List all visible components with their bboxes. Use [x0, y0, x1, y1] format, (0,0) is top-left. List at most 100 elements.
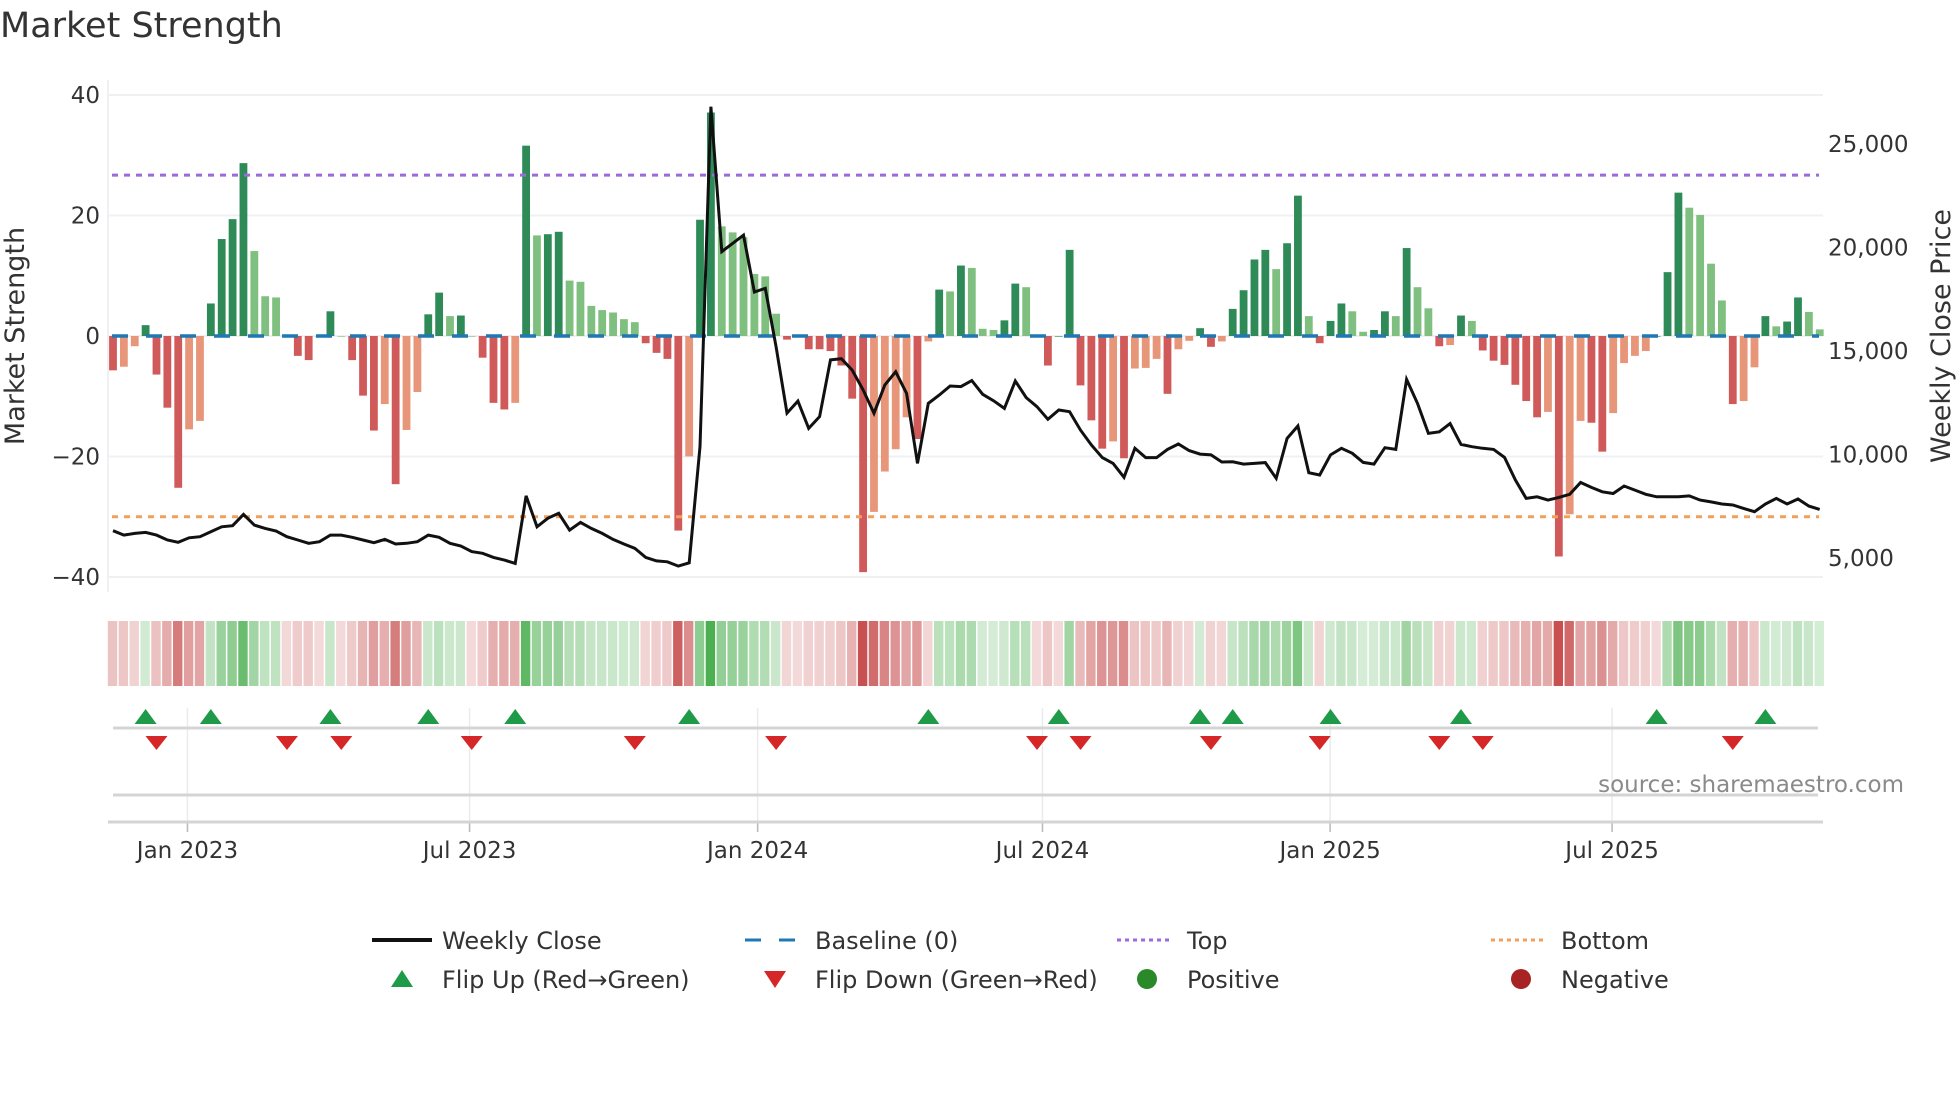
- heat-cell-negative: [1162, 621, 1172, 686]
- heat-cell-positive: [749, 621, 759, 686]
- heat-cell-negative: [1118, 621, 1129, 686]
- heat-cell-negative: [1607, 621, 1618, 686]
- legend-item: Weekly Close: [372, 927, 602, 955]
- legend-label: Weekly Close: [442, 927, 602, 955]
- heat-cell-negative: [781, 621, 792, 686]
- heat-cell-positive: [629, 621, 640, 686]
- strength-bar-negative: [1478, 336, 1487, 351]
- heat-cell-negative: [390, 621, 400, 686]
- source-label: source: sharemaestro.com: [1598, 772, 1904, 798]
- heat-cell-positive: [1064, 621, 1074, 686]
- heat-cell-negative: [1586, 621, 1596, 686]
- heat-cell-negative: [1542, 621, 1553, 686]
- strength-bar-negative: [413, 336, 422, 393]
- strength-bar-negative: [1511, 336, 1520, 385]
- strength-bar-negative: [1087, 336, 1096, 421]
- heat-cell-negative: [857, 621, 868, 686]
- heat-cell-positive: [1379, 621, 1390, 686]
- heat-cell-negative: [1521, 621, 1531, 686]
- heat-cell-negative: [912, 621, 922, 686]
- flip-down-marker: [1069, 736, 1092, 750]
- heat-cell-negative: [346, 621, 357, 686]
- x-tick-label: Jul 2025: [1563, 838, 1659, 864]
- strength-bar-positive: [1272, 269, 1281, 336]
- heat-cell-negative: [118, 621, 129, 686]
- flip-down-marker: [1428, 736, 1451, 750]
- heat-cell-negative: [1086, 621, 1096, 686]
- heat-cell-positive: [988, 621, 998, 686]
- strength-bar-negative: [402, 336, 411, 430]
- strength-bar-negative: [1174, 336, 1183, 350]
- strength-bar-positive: [728, 232, 737, 336]
- strength-bar-positive: [1348, 311, 1357, 336]
- heat-cell-negative: [792, 621, 803, 686]
- y2-tick-label: 20,000: [1828, 235, 1908, 261]
- strength-bar-positive: [1000, 320, 1009, 336]
- strength-bar-negative: [1598, 336, 1607, 452]
- heat-cell-positive: [455, 621, 466, 686]
- heat-cell-negative: [1640, 621, 1651, 686]
- heat-cell-positive: [1423, 621, 1433, 686]
- legend-label: Bottom: [1561, 927, 1649, 955]
- heat-cell-negative: [868, 621, 879, 686]
- heat-cell-negative: [281, 621, 292, 686]
- strength-bar-negative: [1163, 336, 1172, 394]
- heat-cell-negative: [1510, 621, 1520, 686]
- strength-bar-negative: [913, 336, 922, 440]
- flip-up-marker: [678, 709, 701, 724]
- y2-tick-label: 10,000: [1828, 443, 1908, 469]
- strength-bar-negative: [641, 336, 650, 344]
- strength-bar-positive: [337, 336, 346, 337]
- heat-cell-positive: [760, 621, 770, 686]
- strength-bar-negative: [674, 336, 683, 531]
- y-tick-label: −20: [51, 444, 100, 470]
- flip-down-marker: [145, 736, 168, 750]
- heat-cell-positive: [1716, 621, 1727, 686]
- strength-bar-negative: [1489, 336, 1498, 361]
- heat-cell-positive: [933, 621, 944, 686]
- heat-cell-positive: [1270, 621, 1281, 686]
- strength-bar-positive: [272, 297, 280, 336]
- strength-bar-negative: [1533, 336, 1541, 418]
- heat-cell-positive: [433, 621, 444, 686]
- strength-bar-positive: [565, 280, 574, 336]
- heat-cell-positive: [423, 621, 433, 686]
- legend-circle-icon: [1511, 969, 1531, 989]
- strength-bar-positive: [1011, 283, 1020, 336]
- heat-cell-positive: [520, 621, 531, 686]
- strength-bar-negative: [1554, 336, 1563, 557]
- heat-cell-positive: [1249, 621, 1259, 686]
- heat-cell-negative: [879, 621, 890, 686]
- flip-down-marker: [460, 736, 483, 750]
- heat-cell-positive: [140, 621, 150, 686]
- heat-cell-positive: [1705, 621, 1716, 686]
- strength-bar-negative: [1620, 336, 1628, 364]
- heat-cell-positive: [205, 621, 216, 686]
- strength-bar-negative: [1120, 336, 1128, 459]
- strength-bar-positive: [1794, 297, 1802, 336]
- heat-cell-negative: [183, 621, 194, 686]
- heat-cell-negative: [292, 621, 303, 686]
- heat-cell-positive: [227, 621, 237, 686]
- strength-bar-negative: [152, 336, 161, 375]
- flip-down-marker: [623, 736, 646, 750]
- strength-bar-positive: [326, 311, 335, 336]
- heat-cell-positive: [586, 621, 596, 686]
- strength-bar-positive: [543, 234, 552, 336]
- strength-bar-positive: [1457, 315, 1465, 336]
- strength-bar-positive: [1674, 192, 1683, 336]
- legend-triangle-up-icon: [391, 970, 413, 987]
- strength-bar-negative: [185, 336, 193, 430]
- flip-down-marker: [330, 736, 353, 750]
- heat-cell-positive: [770, 621, 781, 686]
- heat-cell-negative: [303, 621, 313, 686]
- strength-bar-negative: [500, 336, 509, 410]
- flip-up-marker: [1754, 709, 1777, 724]
- heat-cell-negative: [1651, 621, 1661, 686]
- legend-label: Flip Down (Green→Red): [815, 966, 1098, 994]
- heat-cell-positive: [1781, 621, 1792, 686]
- strength-bar-negative: [1152, 336, 1161, 359]
- strength-bar-negative: [1044, 336, 1052, 366]
- strength-bar-positive: [1804, 311, 1813, 336]
- strength-bar-negative: [1109, 336, 1118, 442]
